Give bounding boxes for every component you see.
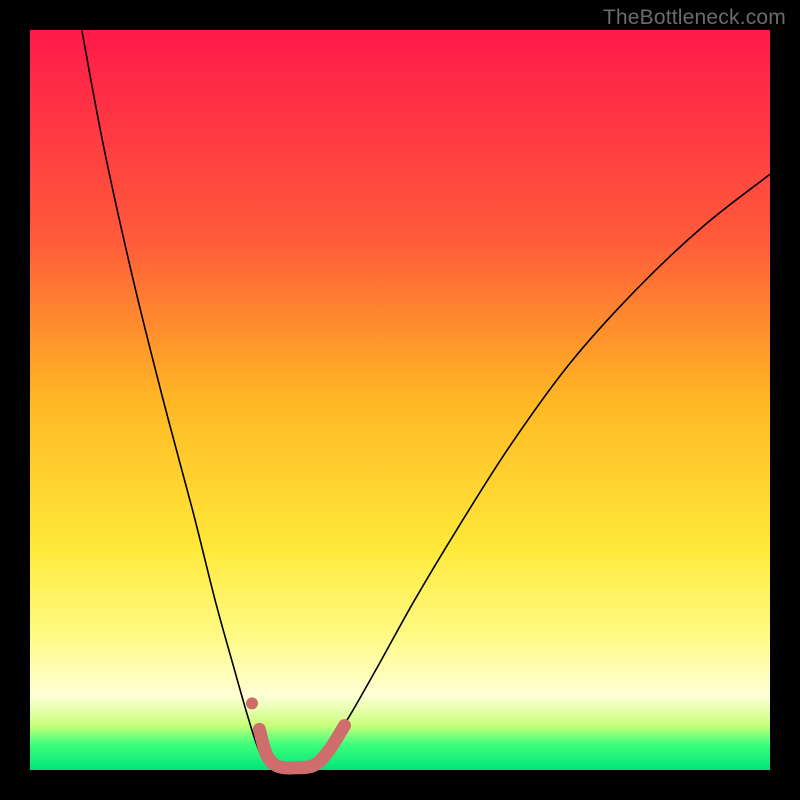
plot-area — [30, 30, 770, 770]
chart-stage: TheBottleneck.com — [0, 0, 800, 800]
highlight-dot — [246, 697, 258, 709]
curve-layer — [30, 30, 770, 770]
watermark-text: TheBottleneck.com — [603, 6, 786, 30]
highlight-segment — [259, 726, 344, 768]
bottleneck-curve — [82, 30, 770, 770]
